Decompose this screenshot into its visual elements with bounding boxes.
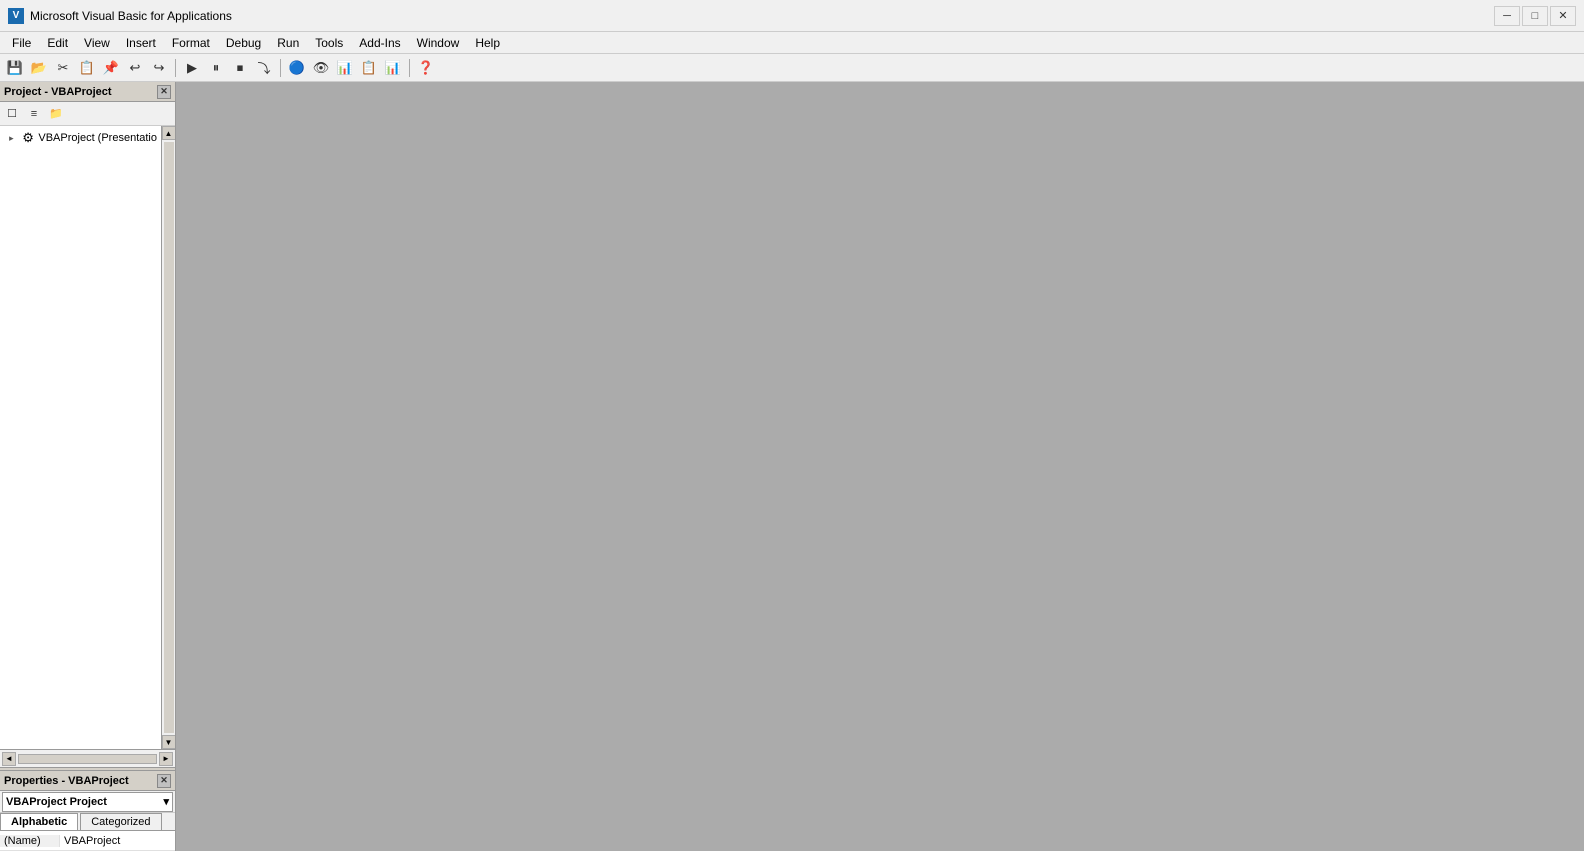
toolbar-btn-redo[interactable]: ↪	[148, 57, 170, 79]
menu-bar: FileEditViewInsertFormatDebugRunToolsAdd…	[0, 32, 1584, 54]
minimize-button[interactable]: ─	[1494, 6, 1520, 26]
toolbar-btn-help[interactable]: ❓	[415, 57, 437, 79]
project-panel-header: Project - VBAProject ✕	[0, 82, 175, 102]
toolbar-separator-12	[280, 59, 281, 77]
app-icon: V	[8, 8, 24, 24]
toolbar-btn-copy[interactable]: 📋	[76, 57, 98, 79]
toolbar-btn-locals[interactable]: 📊	[334, 57, 356, 79]
toolbar-btn-breakpoint[interactable]: 🔵	[286, 57, 308, 79]
properties-panel-title: Properties - VBAProject	[4, 775, 129, 787]
toggle-folders-btn[interactable]: 📁	[46, 105, 66, 123]
project-toolbar: ☐ ≡ 📁	[0, 102, 175, 126]
menu-item-add-ins[interactable]: Add-Ins	[351, 32, 408, 53]
toolbar-btn-run[interactable]: ▶	[181, 57, 203, 79]
toolbar-btn-pause[interactable]: ⏸	[205, 57, 227, 79]
properties-content: VBAProject Project ▾ Alphabetic Categori…	[0, 791, 175, 851]
props-dropdown-value: VBAProject Project	[6, 796, 107, 808]
tree-item-vbaproject[interactable]: ▸ ⚙ VBAProject (Presentatio	[2, 128, 159, 148]
toolbar-btn-quickwatch[interactable]: 📊	[382, 57, 404, 79]
vscroll-track[interactable]	[164, 142, 174, 733]
toolbar-separator-7	[175, 59, 176, 77]
props-dropdown-row: VBAProject Project ▾	[0, 791, 175, 813]
toolbar-btn-paste[interactable]: 📌	[100, 57, 122, 79]
tree-item-label: VBAProject (Presentatio	[38, 132, 157, 144]
close-button[interactable]: ✕	[1550, 6, 1576, 26]
title-bar: V Microsoft Visual Basic for Application…	[0, 0, 1584, 32]
tree-toggle-icon: ▸	[4, 130, 19, 146]
project-panel-title: Project - VBAProject	[4, 86, 112, 98]
props-dropdown-arrow: ▾	[163, 795, 169, 808]
props-row-name: (Name) VBAProject	[0, 831, 175, 851]
view-object-btn[interactable]: ☐	[2, 105, 22, 123]
props-table: (Name) VBAProject	[0, 831, 175, 851]
toolbar-btn-step[interactable]: ⤵	[253, 57, 275, 79]
vscroll-up[interactable]: ▲	[162, 126, 176, 140]
toolbar-btn-callstack[interactable]: 📋	[358, 57, 380, 79]
view-code-btn[interactable]: ≡	[24, 105, 44, 123]
properties-panel-close[interactable]: ✕	[157, 774, 171, 788]
menu-item-run[interactable]: Run	[269, 32, 307, 53]
hscroll-track[interactable]	[18, 754, 157, 764]
menu-item-help[interactable]: Help	[467, 32, 508, 53]
properties-panel-header: Properties - VBAProject ✕	[0, 771, 175, 791]
tab-alphabetic[interactable]: Alphabetic	[0, 813, 78, 830]
props-tabs: Alphabetic Categorized	[0, 813, 175, 831]
menu-item-format[interactable]: Format	[164, 32, 218, 53]
properties-panel: Properties - VBAProject ✕ VBAProject Pro…	[0, 771, 175, 851]
menu-item-insert[interactable]: Insert	[118, 32, 164, 53]
project-tree[interactable]: ▸ ⚙ VBAProject (Presentatio	[0, 126, 161, 749]
hscroll-right[interactable]: ►	[159, 752, 173, 766]
left-panel: Project - VBAProject ✕ ☐ ≡ 📁 ▸ ⚙ VBAProj…	[0, 82, 176, 851]
menu-item-edit[interactable]: Edit	[39, 32, 76, 53]
hscroll-left[interactable]: ◄	[2, 752, 16, 766]
toolbar-separator-18	[409, 59, 410, 77]
toolbar-btn-undo[interactable]: ↩	[124, 57, 146, 79]
main-layout: Project - VBAProject ✕ ☐ ≡ 📁 ▸ ⚙ VBAProj…	[0, 82, 1584, 851]
tab-categorized[interactable]: Categorized	[80, 813, 161, 830]
project-panel: Project - VBAProject ✕ ☐ ≡ 📁 ▸ ⚙ VBAProj…	[0, 82, 175, 767]
menu-item-tools[interactable]: Tools	[307, 32, 351, 53]
project-hscrollbar[interactable]: ◄ ►	[0, 749, 175, 767]
menu-item-window[interactable]: Window	[409, 32, 468, 53]
toolbar-btn-open[interactable]: 📂	[28, 57, 50, 79]
props-dropdown[interactable]: VBAProject Project ▾	[2, 792, 173, 812]
menu-item-debug[interactable]: Debug	[218, 32, 269, 53]
project-vscrollbar[interactable]: ▲ ▼	[161, 126, 175, 749]
toolbar-btn-save[interactable]: 💾	[4, 57, 26, 79]
toolbar-btn-cut[interactable]: ✂	[52, 57, 74, 79]
props-cell-name-label: (Name)	[0, 835, 60, 847]
toolbar-btn-stop[interactable]: ⏹	[229, 57, 251, 79]
main-editor-area	[176, 82, 1584, 851]
menu-item-view[interactable]: View	[76, 32, 118, 53]
maximize-button[interactable]: □	[1522, 6, 1548, 26]
props-cell-name-value: VBAProject	[60, 835, 175, 847]
toolbar-btn-watch[interactable]: 👁	[310, 57, 332, 79]
vscroll-down[interactable]: ▼	[162, 735, 176, 749]
toolbar: 💾📂✂📋📌↩↪▶⏸⏹⤵🔵👁📊📋📊❓	[0, 54, 1584, 82]
project-icon: ⚙	[21, 130, 36, 146]
project-panel-close[interactable]: ✕	[157, 85, 171, 99]
title-bar-controls: ─ □ ✕	[1494, 6, 1576, 26]
menu-item-file[interactable]: File	[4, 32, 39, 53]
title-bar-text: Microsoft Visual Basic for Applications	[30, 9, 1494, 23]
project-tree-container: ▸ ⚙ VBAProject (Presentatio ▲ ▼	[0, 126, 175, 749]
